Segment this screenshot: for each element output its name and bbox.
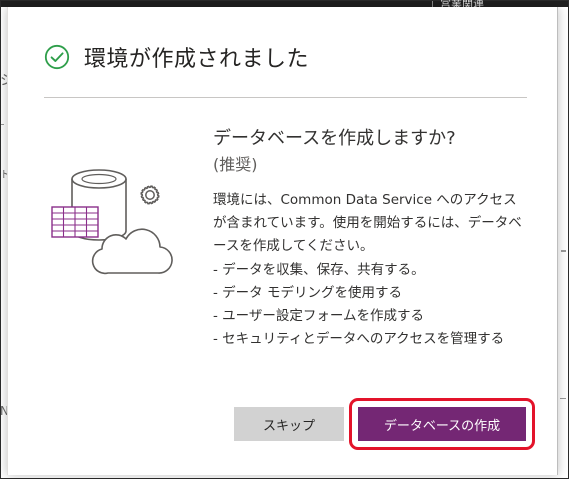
dialog-title: 環境が作成されました: [84, 47, 310, 72]
create-database-button[interactable]: データベースの作成: [358, 407, 526, 441]
check-circle-icon: [44, 44, 70, 70]
background-line: [1, 124, 4, 125]
table-grid-icon: [51, 206, 99, 238]
background-line: [560, 398, 566, 399]
create-database-dialog: 環境が作成されました データベースを作成しますか? (推奨) 環境には、Comm…: [7, 7, 558, 475]
header-divider: [44, 97, 527, 98]
skip-button[interactable]: スキップ: [234, 407, 344, 441]
gear-icon: [140, 185, 160, 205]
database-illustration: [51, 169, 173, 275]
dialog-content: データベースを作成しますか? (推奨) 環境には、Common Data Ser…: [213, 127, 528, 351]
dialog-header: 環境が作成されました: [44, 39, 309, 75]
dialog-question: データベースを作成しますか?: [213, 128, 456, 149]
recommended-label: (推奨): [213, 155, 258, 174]
background-line: [561, 250, 566, 252]
background-tab: 営業関連: [440, 0, 484, 7]
dialog-description: 環境には、Common Data Service へのアクセスが含まれています。…: [213, 192, 522, 348]
